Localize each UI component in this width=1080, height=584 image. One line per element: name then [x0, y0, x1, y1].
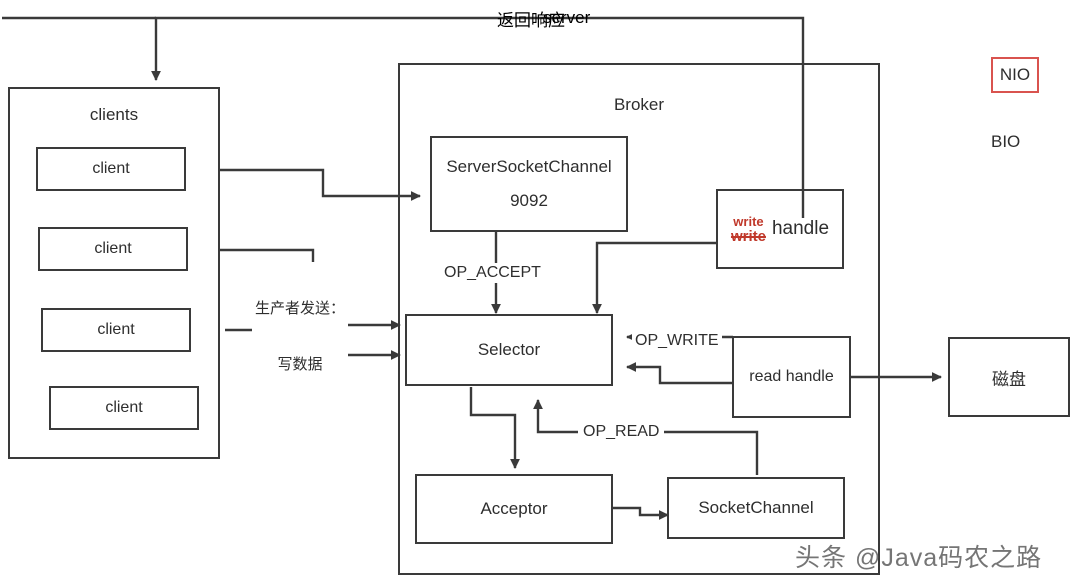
producer-send-line2: 写数据 [277, 355, 323, 373]
op-write-label: OP_WRITE [632, 331, 722, 351]
server-socket-channel-box[interactable]: ServerSocketChannel 9092 [430, 136, 628, 232]
write-handle-word: handle [771, 218, 830, 239]
client-box-1-label: client [92, 160, 130, 177]
bio-legend-label: BIO [991, 132, 1021, 151]
diagram-canvas: 返回响应 server clients client client client… [0, 0, 1080, 584]
client-box-3[interactable]: client [41, 308, 191, 352]
client-box-1[interactable]: client [36, 147, 186, 191]
server-socket-channel-name: ServerSocketChannel [446, 157, 612, 176]
producer-send-label: 生产者发送： 写数据 [252, 262, 349, 412]
op-accept-label: OP_ACCEPT [440, 263, 545, 283]
write-handle-strike-stack: write write [731, 215, 766, 244]
selector-label: Selector [477, 340, 541, 359]
client-box-2[interactable]: client [38, 227, 188, 271]
client-box-4-label: client [105, 399, 143, 416]
producer-send-line1: 生产者发送： [255, 299, 346, 317]
op-read-label: OP_READ [578, 422, 665, 442]
read-handle-box[interactable]: read handle [732, 336, 851, 418]
return-response-label-en: server [543, 8, 591, 27]
write-handle-red-struck: write [730, 227, 766, 245]
write-handle-inner: write write handle [731, 215, 829, 244]
clients-container-title: clients [89, 105, 139, 124]
broker-container-title: Broker [613, 95, 665, 114]
return-response-label-group: 返回响应 server [497, 6, 627, 32]
socket-channel-box[interactable]: SocketChannel [667, 477, 845, 539]
write-handle-box[interactable]: write write handle [716, 189, 844, 269]
selector-box[interactable]: Selector [405, 314, 613, 386]
disk-box[interactable]: 磁盘 [948, 337, 1070, 417]
nio-legend-label: NIO [999, 65, 1031, 84]
server-socket-channel-port: 9092 [510, 191, 548, 210]
write-handle-red-top: write [733, 213, 764, 229]
client-box-2-label: client [94, 240, 132, 257]
watermark: 头条 @Java码农之路 [795, 544, 1043, 572]
read-handle-label: read handle [749, 368, 834, 385]
disk-label: 磁盘 [992, 369, 1026, 389]
client-box-3-label: client [97, 321, 135, 338]
acceptor-label: Acceptor [480, 499, 548, 518]
nio-legend-box[interactable]: NIO [991, 57, 1039, 93]
acceptor-box[interactable]: Acceptor [415, 474, 613, 544]
socket-channel-label: SocketChannel [698, 498, 814, 517]
client-box-4[interactable]: client [49, 386, 199, 430]
